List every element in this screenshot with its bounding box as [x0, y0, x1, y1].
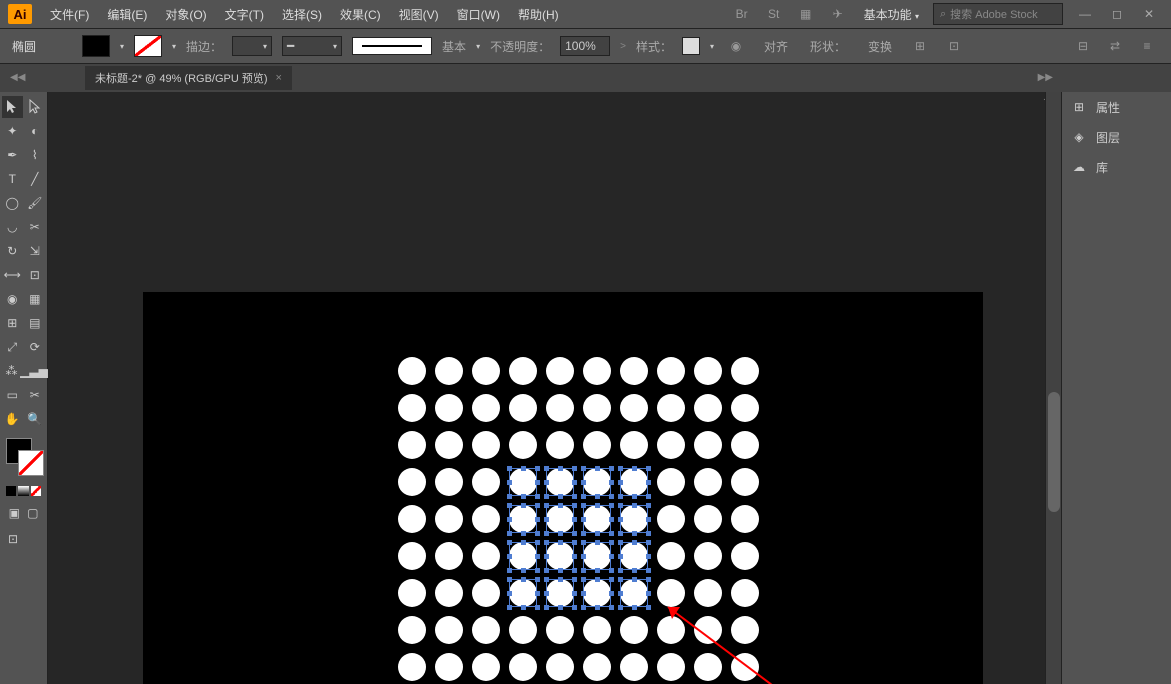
- tab-close-icon[interactable]: ×: [276, 72, 282, 84]
- align-options-icon[interactable]: ⊟: [1071, 36, 1095, 56]
- width-tool[interactable]: ⟷: [2, 264, 23, 286]
- blend-tool[interactable]: ⟳: [25, 336, 46, 358]
- gradient-tool[interactable]: ▤: [25, 312, 46, 334]
- properties-panel-tab[interactable]: ⊞ 属性: [1062, 92, 1171, 122]
- bridge-icon[interactable]: Br: [730, 4, 754, 24]
- selection-area: [509, 468, 657, 616]
- stock-icon[interactable]: St: [762, 4, 786, 24]
- minimize-button[interactable]: —: [1071, 5, 1099, 23]
- library-label: 库: [1096, 159, 1108, 176]
- style-label: 样式：: [636, 38, 672, 55]
- line-tool[interactable]: ╱: [25, 168, 46, 190]
- left-collapse-toggle[interactable]: ◀◀: [10, 72, 25, 83]
- arrange-icon[interactable]: ▦: [794, 4, 818, 24]
- layers-panel-tab[interactable]: ◈ 图层: [1062, 122, 1171, 152]
- paintbrush-tool[interactable]: 🖌: [25, 192, 46, 214]
- transform-button[interactable]: 变换: [862, 36, 898, 57]
- mesh-tool[interactable]: ⊞: [2, 312, 23, 334]
- hand-tool[interactable]: ✋: [2, 408, 23, 430]
- right-collapse-toggle[interactable]: ▶▶: [1038, 72, 1053, 83]
- magic-wand-tool[interactable]: ✦: [2, 120, 23, 142]
- menu-select[interactable]: 选择(S): [274, 2, 330, 27]
- slice-tool[interactable]: ✂: [25, 384, 46, 406]
- color-picker[interactable]: [6, 438, 44, 476]
- brush-label: 基本: [442, 38, 466, 55]
- menu-file[interactable]: 文件(F): [42, 2, 97, 27]
- opacity-label: 不透明度：: [490, 38, 550, 55]
- maximize-button[interactable]: ◻: [1103, 5, 1131, 23]
- perspective-grid-tool[interactable]: ▦: [25, 288, 46, 310]
- library-icon: ☁: [1070, 158, 1088, 176]
- draw-behind-icon[interactable]: ▢: [25, 502, 42, 524]
- stroke-color-swatch[interactable]: [134, 35, 162, 57]
- eraser-tool[interactable]: ✂: [25, 216, 46, 238]
- pen-tool[interactable]: ✒: [2, 144, 23, 166]
- menu-edit[interactable]: 编辑(E): [99, 2, 155, 27]
- selection-tool[interactable]: [2, 96, 23, 118]
- shape-name: 椭圆: [12, 38, 72, 55]
- workspace-selector[interactable]: 基本功能 ▾: [858, 4, 925, 25]
- library-panel-tab[interactable]: ☁ 库: [1062, 152, 1171, 182]
- document-tab[interactable]: 未标题-2* @ 49% (RGB/GPU 预览) ×: [85, 66, 292, 90]
- scale-tool[interactable]: ⇲: [25, 240, 46, 262]
- search-icon: ⌕: [940, 8, 946, 21]
- edit-icon[interactable]: ⊡: [942, 36, 966, 56]
- menu-view[interactable]: 视图(V): [391, 2, 447, 27]
- list-icon[interactable]: ≡: [1135, 36, 1159, 56]
- properties-label: 属性: [1096, 99, 1120, 116]
- opacity-input[interactable]: 100%: [560, 36, 610, 56]
- menu-effect[interactable]: 效果(C): [332, 2, 389, 27]
- screen-mode-icon[interactable]: ⊡: [2, 528, 24, 550]
- curvature-tool[interactable]: ⌇: [25, 144, 46, 166]
- tab-title: 未标题-2* @ 49% (RGB/GPU 预览): [95, 70, 268, 86]
- vertical-scrollbar[interactable]: [1045, 92, 1061, 684]
- artboard-tool[interactable]: ▭: [2, 384, 23, 406]
- stroke-color-box[interactable]: [18, 450, 44, 476]
- draw-normal-icon[interactable]: ▣: [6, 502, 23, 524]
- isolate-icon[interactable]: ⊞: [908, 36, 932, 56]
- scroll-thumb[interactable]: [1048, 392, 1060, 512]
- shaper-tool[interactable]: ◡: [2, 216, 23, 238]
- stroke-weight-dropdown[interactable]: ▾: [232, 36, 272, 56]
- brush-preview[interactable]: [352, 37, 432, 55]
- zoom-tool[interactable]: 🔍: [25, 408, 46, 430]
- rotate-tool[interactable]: ↻: [2, 240, 23, 262]
- eyedropper-tool[interactable]: ⤢: [2, 336, 23, 358]
- style-swatch[interactable]: [682, 37, 700, 55]
- menu-help[interactable]: 帮助(H): [510, 2, 567, 27]
- right-panels: ⊞ 属性 ◈ 图层 ☁ 库: [1061, 92, 1171, 684]
- canvas[interactable]: ◀◀: [48, 92, 1061, 684]
- menu-object[interactable]: 对象(O): [157, 2, 214, 27]
- stroke-profile-dropdown[interactable]: ━▾: [282, 36, 342, 56]
- ellipse-tool[interactable]: ◯: [2, 192, 23, 214]
- app-logo: Ai: [8, 4, 32, 24]
- gradient-mode-swatch[interactable]: [18, 486, 28, 496]
- recolor-icon[interactable]: ◉: [724, 36, 748, 56]
- search-adobe-stock[interactable]: ⌕ 搜索 Adobe Stock: [933, 3, 1063, 25]
- layers-icon: ◈: [1070, 128, 1088, 146]
- shape-builder-tool[interactable]: ◉: [2, 288, 23, 310]
- stroke-label: 描边：: [186, 38, 222, 55]
- symbol-sprayer-tool[interactable]: ⁂: [2, 360, 21, 382]
- menu-type[interactable]: 文字(T): [217, 2, 272, 27]
- layers-label: 图层: [1096, 129, 1120, 146]
- preferences-icon[interactable]: ⇄: [1103, 36, 1127, 56]
- column-graph-tool[interactable]: ▁▃▅: [23, 360, 45, 382]
- free-transform-tool[interactable]: ⊡: [25, 264, 46, 286]
- lasso-tool[interactable]: ◐: [25, 120, 46, 142]
- direct-selection-tool[interactable]: [25, 96, 46, 118]
- none-mode-swatch[interactable]: [31, 486, 41, 496]
- fill-color-swatch[interactable]: [82, 35, 110, 57]
- menu-window[interactable]: 窗口(W): [449, 2, 508, 27]
- gpu-icon[interactable]: ✈: [826, 4, 850, 24]
- toolbox: ✦ ◐ ✒ ⌇ T ╱ ◯ 🖌 ◡ ✂ ↻ ⇲ ⟷ ⊡ ◉ ▦: [0, 92, 48, 684]
- type-tool[interactable]: T: [2, 168, 23, 190]
- close-button[interactable]: ✕: [1135, 5, 1163, 23]
- color-mode-swatch[interactable]: [6, 486, 16, 496]
- align-button[interactable]: 对齐: [758, 36, 794, 57]
- properties-icon: ⊞: [1070, 98, 1088, 116]
- shape-button[interactable]: 形状：: [804, 36, 852, 57]
